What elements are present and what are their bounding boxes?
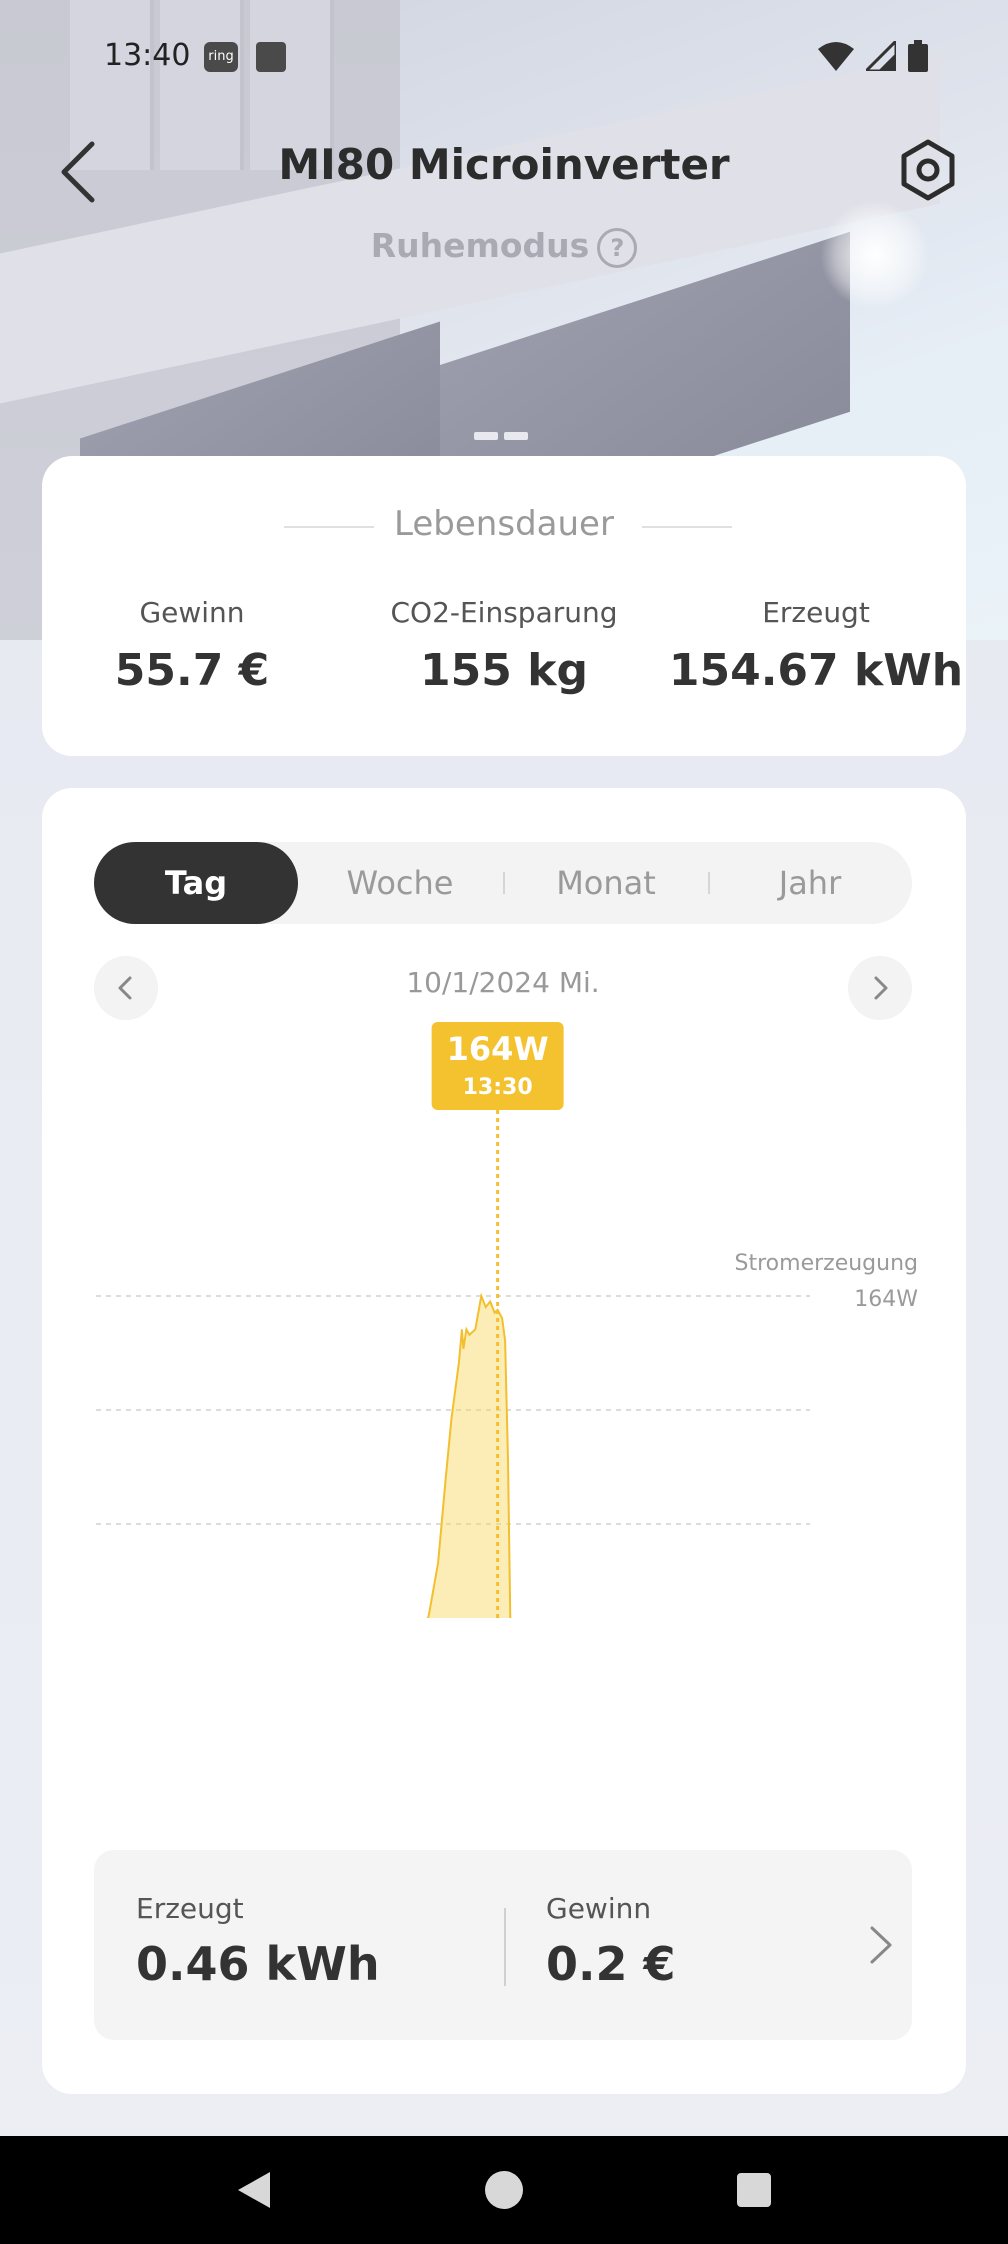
status-bar: 13:40 ring bbox=[0, 0, 1008, 110]
recents-nav-icon[interactable] bbox=[736, 2172, 772, 2208]
tab-month[interactable]: Monat bbox=[504, 842, 708, 924]
back-nav-icon[interactable] bbox=[234, 2170, 274, 2210]
stat-value: 155 kg bbox=[420, 645, 588, 696]
settings-icon[interactable] bbox=[896, 138, 960, 202]
stat-produced: Erzeugt 154.67 kWh bbox=[666, 596, 966, 696]
chevron-right-icon[interactable] bbox=[866, 1922, 896, 1968]
ring-notification-icon: ring bbox=[204, 42, 238, 72]
carousel-indicator bbox=[474, 432, 534, 440]
status-icons bbox=[818, 40, 928, 72]
production-card: Tag Woche Monat Jahr 10/1/2024 Mi. 164W … bbox=[42, 788, 966, 2094]
system-navigation-bar bbox=[0, 2136, 1008, 2244]
y-max-label: 164W bbox=[854, 1287, 918, 1312]
tooltip-time: 13:30 bbox=[463, 1075, 533, 1100]
stat-value: 154.67 kWh bbox=[668, 645, 964, 696]
stat-value: 55.7 € bbox=[114, 645, 270, 696]
stat-label: CO2-Einsparung bbox=[390, 596, 618, 629]
tooltip-value: 164W bbox=[447, 1030, 549, 1068]
summary-label: Erzeugt bbox=[136, 1892, 244, 1925]
device-mode: Ruhemodus? bbox=[0, 226, 1008, 268]
stat-label: Gewinn bbox=[139, 596, 245, 629]
summary-profit: Gewinn 0.2 € bbox=[546, 1892, 676, 1991]
divider bbox=[284, 526, 374, 528]
period-tabs: Tag Woche Monat Jahr bbox=[94, 842, 912, 924]
stat-co2: CO2-Einsparung 155 kg bbox=[354, 596, 654, 696]
wifi-icon bbox=[818, 42, 854, 71]
page-title: MI80 Microinverter bbox=[278, 140, 730, 189]
stat-profit: Gewinn 55.7 € bbox=[42, 596, 342, 696]
lifetime-card: Lebensdauer Gewinn 55.7 € CO2-Einsparung… bbox=[42, 456, 966, 756]
production-chart[interactable]: 164W 13:30 Stromerzeugung 164W 0W 00:000… bbox=[42, 1018, 966, 1618]
battery-icon bbox=[908, 40, 928, 72]
lifetime-title-text: Lebensdauer bbox=[394, 504, 614, 544]
production-area bbox=[427, 1292, 512, 1618]
date-label: 10/1/2024 Mi. bbox=[406, 966, 600, 999]
series-label: Stromerzeugung bbox=[735, 1251, 918, 1276]
tab-day[interactable]: Tag bbox=[94, 842, 298, 924]
date-navigator: 10/1/2024 Mi. bbox=[94, 956, 912, 1020]
page-dot bbox=[474, 432, 498, 440]
device-notification-icon bbox=[256, 42, 286, 72]
signal-icon bbox=[866, 41, 896, 71]
page-dot bbox=[504, 432, 528, 440]
summary-value: 0.46 kWh bbox=[136, 1937, 380, 1991]
next-day-button[interactable] bbox=[848, 956, 912, 1020]
summary-produced: Erzeugt 0.46 kWh bbox=[136, 1892, 380, 1991]
chart-tooltip: 164W 13:30 bbox=[431, 1022, 564, 1110]
divider bbox=[642, 526, 732, 528]
summary-value: 0.2 € bbox=[546, 1937, 676, 1991]
status-time: 13:40 bbox=[104, 38, 191, 73]
daily-summary[interactable]: Erzeugt 0.46 kWh Gewinn 0.2 € bbox=[94, 1850, 912, 2040]
help-icon[interactable]: ? bbox=[597, 227, 638, 268]
lifetime-title: Lebensdauer bbox=[42, 504, 966, 544]
stat-label: Erzeugt bbox=[762, 596, 870, 629]
summary-label: Gewinn bbox=[546, 1892, 652, 1925]
home-nav-icon[interactable] bbox=[484, 2170, 524, 2210]
summary-divider bbox=[504, 1908, 506, 1986]
mode-label: Ruhemodus bbox=[370, 226, 590, 265]
tab-year[interactable]: Jahr bbox=[708, 842, 912, 924]
tab-week[interactable]: Woche bbox=[298, 842, 502, 924]
